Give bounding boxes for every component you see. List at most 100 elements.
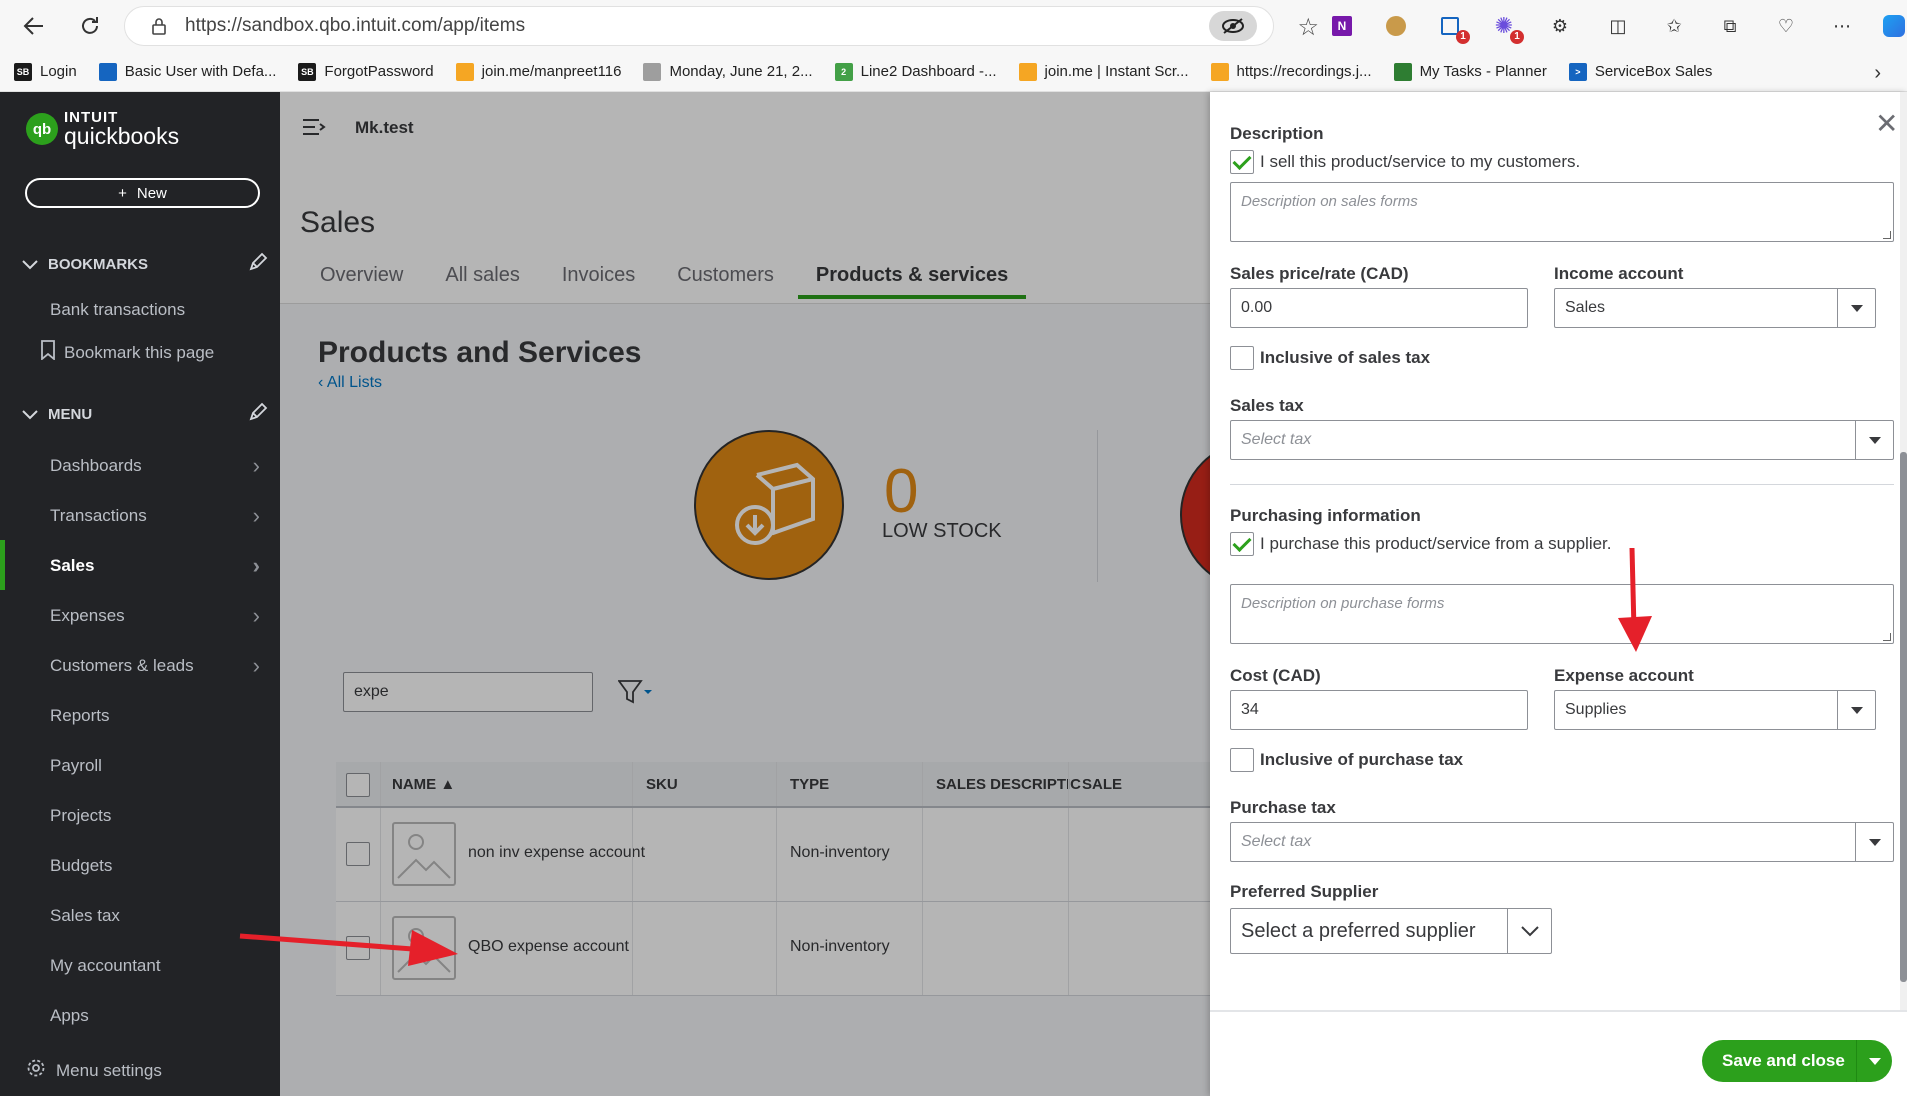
sidebar-item-payroll[interactable]: Payroll [50,756,270,776]
resize-grip-icon[interactable] [1883,633,1891,641]
bookmark-item[interactable]: SB ForgotPassword [298,62,434,81]
split-screen-icon[interactable]: ◫ [1604,12,1632,40]
sidebar-item-projects[interactable]: Projects [50,806,270,826]
favorite-star-icon[interactable]: ☆ [1297,13,1319,42]
purchase-checkbox[interactable] [1230,532,1254,556]
sidebar-item-customers-leads[interactable]: Customers & leads › [50,653,270,678]
bookmark-item[interactable]: Basic User with Defa... [98,62,276,81]
chevron-down-icon[interactable] [1837,289,1875,327]
edit-bookmarks-pencil-icon[interactable] [248,252,268,278]
inclusive-sales-tax-checkbox[interactable] [1230,346,1254,370]
chevron-down-icon[interactable] [1837,691,1875,729]
save-options-chevron-icon[interactable] [1856,1040,1892,1082]
column-sales-description[interactable]: SALES DESCRIPTIC [936,776,1081,793]
tracking-prevention-icon[interactable] [1209,11,1257,41]
filter-icon[interactable] [617,680,652,710]
color-extension-icon[interactable]: ✺ 1 [1490,12,1524,44]
sidebar-item-sales[interactable]: Sales › [50,553,270,578]
preferred-supplier-select[interactable]: Select a preferred supplier [1230,908,1552,954]
sidebar-item-apps[interactable]: Apps [50,1006,270,1026]
sidebar-item-my-accountant[interactable]: My accountant [50,956,270,976]
sidebar-item-expenses[interactable]: Expenses › [50,603,270,628]
tab-all-sales[interactable]: All sales [445,264,519,299]
column-name[interactable]: NAME ▲ [392,776,455,793]
row-name[interactable]: non inv expense account [468,844,645,862]
bookmarks-section-header[interactable]: BOOKMARKS [22,252,268,273]
out-of-stock-widget[interactable] [1180,440,1210,590]
chevron-down-icon[interactable] [1507,909,1551,953]
reload-icon[interactable] [72,8,108,44]
puzzle-extensions-icon[interactable]: ⚙ [1546,12,1574,40]
column-sales-price[interactable]: SALE [1082,776,1122,793]
quickbooks-logo[interactable]: qb INTUIT quickbooks [26,110,179,148]
column-type[interactable]: TYPE [790,776,829,793]
menu-settings-link[interactable]: Menu settings [26,1058,162,1083]
all-lists-link[interactable]: ‹ All Lists [318,374,382,392]
sidebar-item-reports[interactable]: Reports [50,706,270,726]
sidebar-item-transactions[interactable]: Transactions › [50,503,270,528]
low-stock-widget[interactable] [694,430,844,580]
search-input[interactable]: expe [343,672,593,712]
favorites-icon[interactable]: ✩ [1660,12,1688,40]
collections-icon[interactable]: ⧉ [1716,12,1744,40]
performance-heart-icon[interactable]: ♡ [1772,12,1800,40]
sidebar-item-label: Expenses [50,606,125,625]
close-icon[interactable]: ✕ [1875,110,1898,138]
chevron-down-icon[interactable] [1855,421,1893,459]
resize-grip-icon[interactable] [1883,231,1891,239]
more-options-icon[interactable]: ⋯ [1828,12,1856,40]
expense-account-select[interactable]: Supplies [1554,690,1876,730]
chevron-down-icon[interactable] [1855,823,1893,861]
copilot-icon[interactable] [1880,12,1907,40]
save-and-close-button[interactable]: Save and close [1702,1040,1892,1082]
cookie-extension-icon[interactable] [1382,12,1410,40]
sidebar-item-dashboards[interactable]: Dashboards › [50,453,270,478]
sales-tax-select[interactable]: Select tax [1230,420,1894,460]
row-checkbox[interactable] [346,842,370,866]
bookmark-item[interactable]: SB Login [14,62,77,81]
column-sku[interactable]: SKU [646,776,678,793]
address-bar[interactable]: https://sandbox.qbo.intuit.com/app/items… [124,6,1319,46]
bookmark-item[interactable]: My Tasks - Planner [1393,62,1547,81]
tab-invoices[interactable]: Invoices [562,264,635,299]
income-account-select[interactable]: Sales [1554,288,1876,328]
sell-checkbox[interactable] [1230,150,1254,174]
sales-price-input[interactable]: 0.00 [1230,288,1528,328]
table-row[interactable]: QBO expense account Non-inventory [336,902,1210,996]
table-row[interactable]: non inv expense account Non-inventory [336,808,1210,902]
sidebar-item-budgets[interactable]: Budgets [50,856,270,876]
screenshot-extension-icon[interactable]: 1 [1436,12,1470,44]
bookmark-item[interactable]: > ServiceBox Sales [1568,62,1712,81]
back-icon[interactable] [16,8,52,44]
bookmarks-bar: SB Login Basic User with Defa... SB ForgotPa… [0,52,1907,92]
tab-customers[interactable]: Customers [677,264,774,299]
new-button[interactable]: + New [25,178,260,208]
tab-products-services[interactable]: Products & services [797,264,1027,299]
sales-description-textarea[interactable]: Description on sales forms [1230,182,1894,242]
sidebar-item-sales-tax[interactable]: Sales tax [50,906,270,926]
low-stock-label: LOW STOCK [882,520,1002,542]
inclusive-purchase-tax-checkbox[interactable] [1230,748,1254,772]
tab-overview[interactable]: Overview [320,264,403,299]
cost-input[interactable]: 34 [1230,690,1528,730]
company-name[interactable]: Mk.test [355,118,414,138]
bookmark-item[interactable]: Monday, June 21, 2... [643,62,813,81]
bookmark-label: Login [40,63,77,80]
scrollbar-thumb[interactable] [1900,452,1907,982]
row-name[interactable]: QBO expense account [468,938,629,956]
more-bookmarks-chevron-icon[interactable]: › [1874,62,1881,85]
select-all-checkbox[interactable] [346,773,370,797]
bookmark-item[interactable]: 2 Line2 Dashboard -... [834,62,997,81]
menu-section-header[interactable]: MENU [22,402,268,423]
purchase-tax-select[interactable]: Select tax [1230,822,1894,862]
purchase-description-textarea[interactable]: Description on purchase forms [1230,584,1894,644]
bookmark-item[interactable]: https://recordings.j... [1210,62,1372,81]
bookmark-item[interactable]: join.me | Instant Scr... [1018,62,1189,81]
bookmark-item[interactable]: join.me/manpreet116 [455,62,621,81]
row-checkbox[interactable] [346,936,370,960]
onenote-extension-icon[interactable]: N [1328,12,1356,40]
sidebar-item-bookmark-this-page[interactable]: Bookmark this page [40,340,260,365]
sidebar-item-bank-transactions[interactable]: Bank transactions [50,300,270,320]
edit-menu-pencil-icon[interactable] [248,402,268,428]
collapse-menu-icon[interactable] [302,116,326,142]
